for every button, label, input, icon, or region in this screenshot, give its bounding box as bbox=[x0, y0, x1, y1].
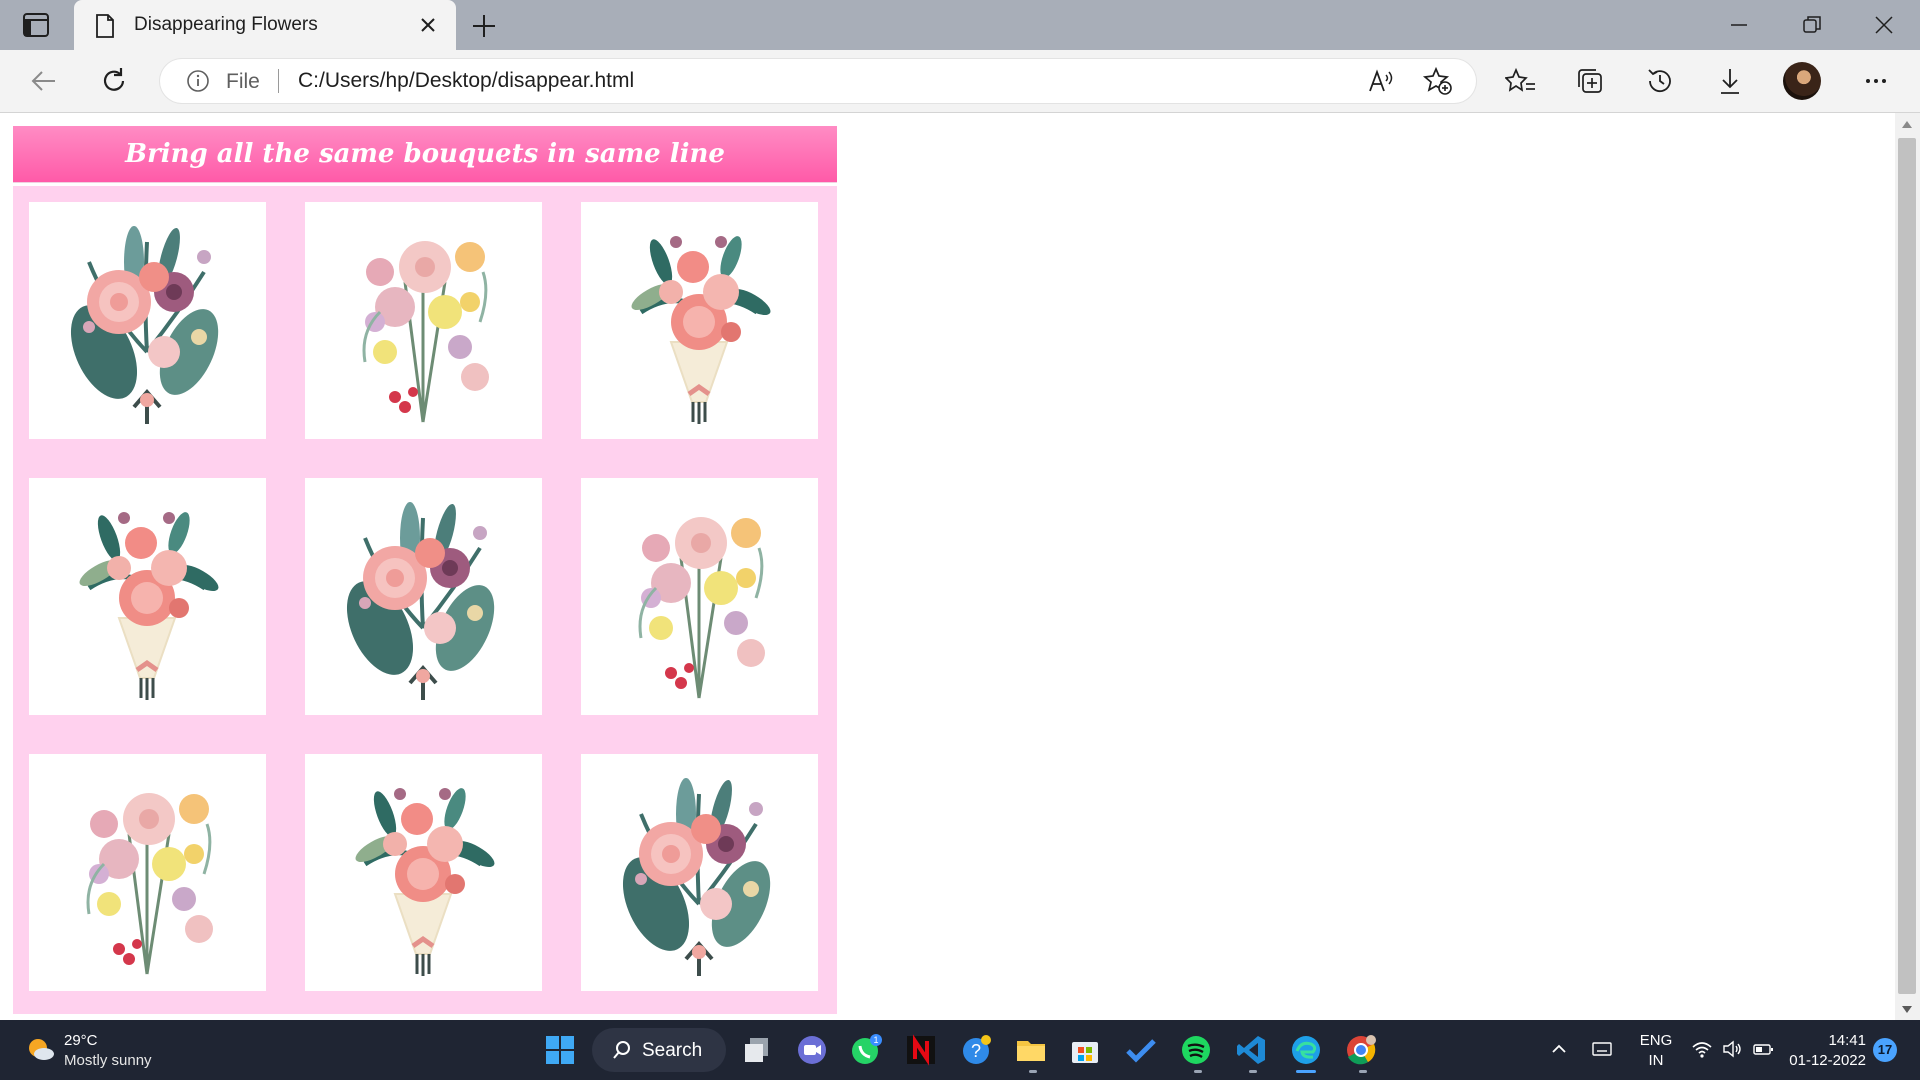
bouquet-grid bbox=[13, 186, 837, 1014]
page-heading: Bring all the same bouquets in same line bbox=[125, 139, 725, 169]
rose-paper-wrap-bouquet-icon bbox=[29, 478, 266, 715]
running-indicator bbox=[1194, 1070, 1202, 1073]
task-view-icon[interactable] bbox=[740, 1033, 774, 1067]
close-window-icon[interactable] bbox=[1871, 12, 1897, 38]
whatsapp-icon[interactable]: 1 bbox=[849, 1033, 883, 1067]
close-tab-icon[interactable] bbox=[416, 13, 440, 37]
pink-rose-bouquet-icon bbox=[607, 775, 785, 978]
active-app-indicator bbox=[1296, 1070, 1316, 1073]
profile-avatar[interactable] bbox=[1783, 62, 1821, 100]
tab-title: Disappearing Flowers bbox=[134, 14, 318, 35]
pastel-mixed-bouquet-icon bbox=[638, 515, 767, 700]
browser-tab-active[interactable]: Disappearing Flowers bbox=[74, 0, 456, 51]
edge-browser-icon[interactable] bbox=[1289, 1033, 1323, 1067]
pastel-mixed-bouquet-icon bbox=[362, 239, 491, 424]
battery-icon[interactable] bbox=[1752, 1038, 1774, 1060]
favorites-icon[interactable] bbox=[1505, 65, 1537, 97]
bouquet-tile[interactable] bbox=[305, 478, 542, 715]
bouquet-tile[interactable] bbox=[305, 202, 542, 439]
show-hidden-icons-chevron-icon[interactable] bbox=[1548, 1038, 1570, 1060]
bouquet-tile[interactable] bbox=[581, 478, 818, 715]
weather-description[interactable]: Mostly sunny bbox=[64, 1052, 152, 1069]
weather-sun-icon[interactable] bbox=[26, 1034, 56, 1064]
bouquet-tile[interactable] bbox=[29, 478, 266, 715]
rose-paper-wrap-bouquet-icon bbox=[305, 754, 542, 991]
browser-tab-bar: Disappearing Flowers bbox=[0, 0, 1920, 51]
wifi-icon[interactable] bbox=[1691, 1038, 1713, 1060]
scrollbar-thumb[interactable] bbox=[1898, 138, 1916, 994]
address-bar[interactable]: File C:/Users/hp/Desktop/disappear.html bbox=[160, 59, 1476, 103]
weather-temperature[interactable]: 29°C bbox=[64, 1032, 98, 1049]
search-icon bbox=[613, 1041, 630, 1059]
info-icon[interactable] bbox=[186, 69, 210, 93]
scroll-down-arrow-icon[interactable] bbox=[1897, 1000, 1917, 1018]
collections-icon[interactable] bbox=[1574, 65, 1606, 97]
page-icon bbox=[96, 14, 114, 38]
scroll-up-arrow-icon[interactable] bbox=[1897, 116, 1917, 134]
bouquet-tile[interactable] bbox=[305, 754, 542, 991]
sidebar-toggle-icon[interactable] bbox=[22, 12, 50, 38]
download-icon[interactable] bbox=[1714, 65, 1746, 97]
bouquet-tile[interactable] bbox=[29, 754, 266, 991]
vscode-icon[interactable] bbox=[1234, 1033, 1268, 1067]
help-icon[interactable]: ? bbox=[959, 1033, 993, 1067]
teams-chat-icon[interactable] bbox=[795, 1033, 829, 1067]
language-region[interactable]: IN bbox=[1636, 1052, 1676, 1069]
pastel-mixed-bouquet-icon bbox=[86, 791, 215, 976]
notification-count-badge[interactable]: 17 bbox=[1873, 1038, 1897, 1062]
pink-rose-bouquet-icon bbox=[331, 499, 509, 702]
running-indicator bbox=[1359, 1070, 1367, 1073]
url-text[interactable]: C:/Users/hp/Desktop/disappear.html bbox=[298, 69, 634, 93]
netflix-icon[interactable] bbox=[904, 1033, 938, 1067]
spotify-icon[interactable] bbox=[1179, 1033, 1213, 1067]
history-icon[interactable] bbox=[1644, 65, 1676, 97]
url-scheme-label: File bbox=[226, 70, 260, 93]
volume-icon[interactable] bbox=[1721, 1038, 1743, 1060]
search-label: Search bbox=[642, 1040, 703, 1061]
reload-icon[interactable] bbox=[98, 65, 130, 97]
whatsapp-badge: 1 bbox=[873, 1035, 878, 1045]
new-tab-icon[interactable] bbox=[470, 12, 498, 40]
chrome-icon[interactable] bbox=[1344, 1033, 1378, 1067]
svg-text:?: ? bbox=[971, 1041, 981, 1061]
page-viewport: Bring all the same bouquets in same line bbox=[0, 113, 1895, 1020]
running-indicator bbox=[1029, 1070, 1037, 1073]
running-indicator bbox=[1249, 1070, 1257, 1073]
pink-rose-bouquet-icon bbox=[55, 223, 233, 426]
restore-icon[interactable] bbox=[1799, 12, 1825, 38]
game-header: Bring all the same bouquets in same line bbox=[13, 126, 837, 183]
browser-toolbar: File C:/Users/hp/Desktop/disappear.html bbox=[0, 50, 1920, 113]
clock-time[interactable]: 14:41 bbox=[1782, 1032, 1866, 1049]
todo-icon[interactable] bbox=[1124, 1033, 1158, 1067]
rose-paper-wrap-bouquet-icon bbox=[581, 202, 818, 439]
microsoft-store-icon[interactable] bbox=[1068, 1033, 1102, 1067]
omnibox-divider bbox=[278, 69, 279, 93]
more-menu-icon[interactable] bbox=[1860, 65, 1892, 97]
windows-start-icon[interactable] bbox=[543, 1033, 577, 1067]
clock-date[interactable]: 01-12-2022 bbox=[1782, 1052, 1866, 1069]
keyboard-icon[interactable] bbox=[1591, 1038, 1613, 1060]
minimize-icon[interactable] bbox=[1726, 12, 1752, 38]
add-favorite-icon[interactable] bbox=[1422, 65, 1454, 97]
language-indicator[interactable]: ENG bbox=[1636, 1032, 1676, 1049]
bouquet-tile[interactable] bbox=[581, 202, 818, 439]
taskbar-search[interactable]: Search bbox=[592, 1028, 726, 1072]
back-arrow-icon[interactable] bbox=[28, 65, 60, 97]
read-aloud-icon[interactable] bbox=[1364, 65, 1396, 97]
bouquet-tile[interactable] bbox=[29, 202, 266, 439]
file-explorer-icon[interactable] bbox=[1014, 1033, 1048, 1067]
bouquet-tile[interactable] bbox=[581, 754, 818, 991]
